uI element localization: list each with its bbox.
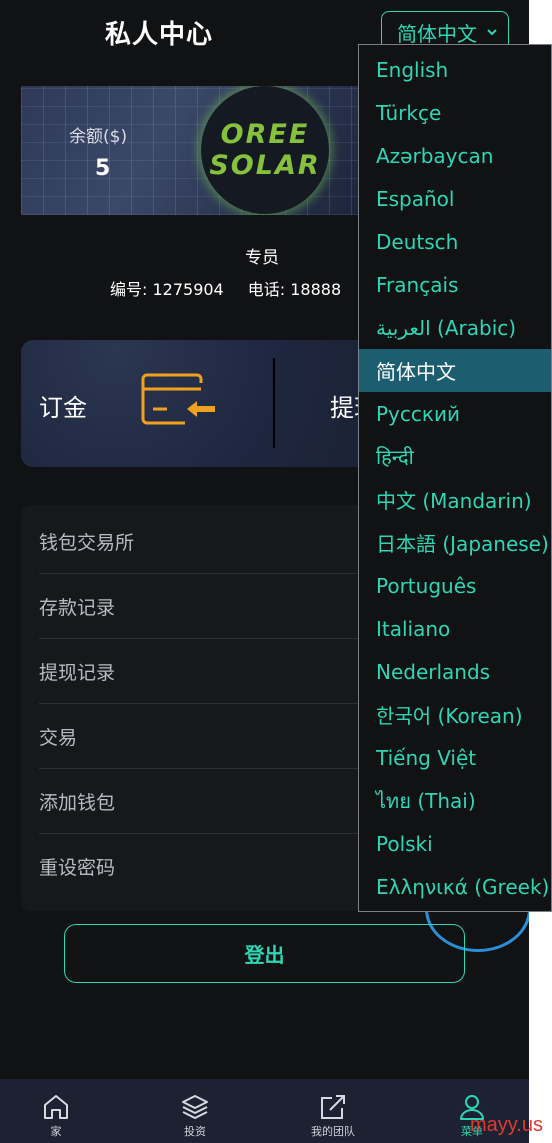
balance-banner: 余额($) 5 OREE SOLAR: [21, 86, 361, 215]
bottom-nav: 家 投资 我的团队 菜单: [0, 1079, 529, 1143]
card-divider: [273, 358, 275, 448]
language-option-vietnamese[interactable]: Tiếng Việt: [359, 736, 551, 779]
nav-item-home[interactable]: 家: [1, 1079, 111, 1143]
language-option-simplified-chinese[interactable]: 简体中文: [359, 349, 551, 392]
language-option-mandarin[interactable]: 中文 (Mandarin): [359, 478, 551, 521]
balance-value: 5: [95, 156, 111, 181]
language-option-french[interactable]: Français: [359, 263, 551, 306]
logout-button[interactable]: 登出: [64, 924, 465, 983]
oree-solar-logo: OREE SOLAR: [201, 86, 329, 214]
nav-label-team: 我的团队: [311, 1125, 355, 1138]
language-option-polish[interactable]: Polski: [359, 822, 551, 865]
language-dropdown: English Türkçe Azərbaycan Español Deutsc…: [358, 44, 552, 912]
page-title: 私人中心: [105, 20, 214, 50]
nav-item-invest[interactable]: 投资: [140, 1079, 250, 1143]
menu-item-reset-password[interactable]: 重设密码: [39, 834, 379, 899]
nav-label-home: 家: [50, 1125, 62, 1138]
home-icon: [44, 1095, 68, 1119]
layers-icon: [182, 1095, 208, 1119]
share-icon: [321, 1095, 345, 1119]
menu-item-wallet-exchange[interactable]: 钱包交易所: [39, 509, 379, 574]
deposit-button[interactable]: 订金: [39, 388, 87, 423]
language-option-dutch[interactable]: Nederlands: [359, 650, 551, 693]
deposit-withdraw-card: 订金 提现: [21, 340, 381, 467]
language-option-greek[interactable]: Ελληνικά (Greek): [359, 865, 551, 908]
menu-item-deposit-records[interactable]: 存款记录: [39, 574, 379, 639]
language-option-english[interactable]: English: [359, 48, 551, 91]
watermark-text: mayy.us: [470, 1114, 543, 1136]
logo-text-top: OREE: [220, 119, 310, 150]
language-option-arabic[interactable]: العربية (Arabic): [359, 306, 551, 349]
nav-label-invest: 投资: [184, 1125, 206, 1138]
user-info-row: 编号: 1275904 电话: 18888: [110, 276, 341, 300]
language-select-value: 简体中文: [397, 21, 477, 46]
user-id: 编号: 1275904: [110, 280, 224, 299]
logo-text-bottom: SOLAR: [209, 150, 321, 181]
user-role: 专员: [245, 248, 279, 268]
credit-card-icon[interactable]: [141, 373, 221, 429]
language-option-italian[interactable]: Italiano: [359, 607, 551, 650]
language-option-azerbaijani[interactable]: Azərbaycan: [359, 134, 551, 177]
language-option-korean[interactable]: 한국어 (Korean): [359, 693, 551, 736]
account-menu: 钱包交易所 存款记录 提现记录 交易 添加钱包 重设密码: [21, 505, 381, 911]
language-option-russian[interactable]: Русский: [359, 392, 551, 435]
language-option-german[interactable]: Deutsch: [359, 220, 551, 263]
menu-item-add-wallet[interactable]: 添加钱包: [39, 769, 379, 834]
nav-item-team[interactable]: 我的团队: [278, 1079, 388, 1143]
balance-label: 余额($): [69, 127, 128, 147]
user-phone: 电话: 18888: [247, 280, 342, 299]
language-option-turkish[interactable]: Türkçe: [359, 91, 551, 134]
language-option-japanese[interactable]: 日本語 (Japanese): [359, 521, 551, 564]
language-option-hindi[interactable]: हिन्दी: [359, 435, 551, 478]
menu-item-withdraw-records[interactable]: 提现记录: [39, 639, 379, 704]
language-option-spanish[interactable]: Español: [359, 177, 551, 220]
language-option-portuguese[interactable]: Português: [359, 564, 551, 607]
menu-item-transactions[interactable]: 交易: [39, 704, 379, 769]
language-option-thai[interactable]: ไทย (Thai): [359, 779, 551, 822]
chevron-down-icon: [487, 29, 497, 36]
